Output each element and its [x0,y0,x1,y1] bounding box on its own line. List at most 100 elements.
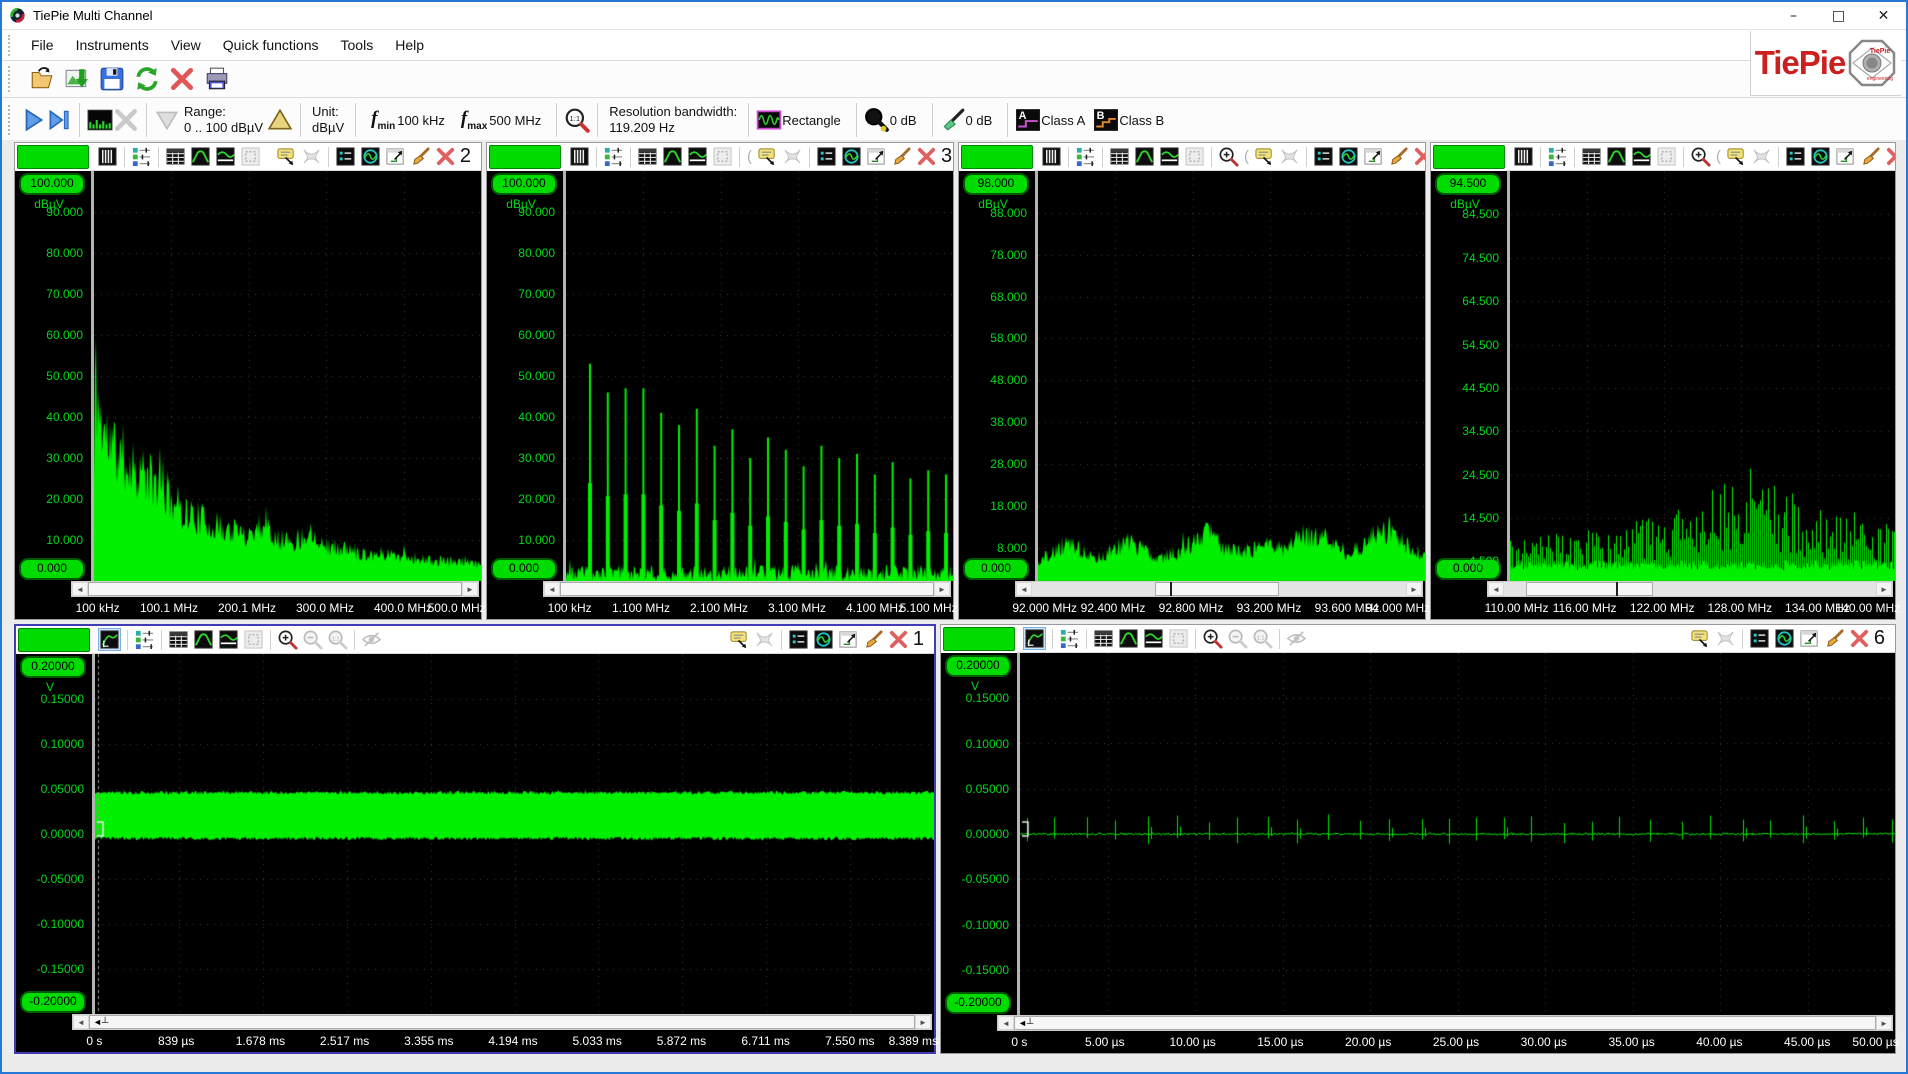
analyze-icon[interactable] [1606,146,1627,167]
one-shot-icon[interactable] [46,107,72,133]
callout-icon[interactable] [276,146,297,167]
open-icon[interactable] [29,66,55,92]
y-axis-panel[interactable]: 0.20000 V -0.20000 0.150000.100000.05000… [16,654,92,1014]
plot-area[interactable] [1035,171,1425,581]
save-icon[interactable] [99,66,125,92]
y-min-value-box[interactable]: -0.20000 [945,992,1011,1014]
plot-area[interactable] [92,654,934,1014]
y-max-value-box[interactable]: 0.20000 [945,655,1011,677]
class-b-icon[interactable] [1093,107,1119,133]
frequency-marker[interactable] [1616,582,1618,596]
scroll-left-icon[interactable]: ◄ [1016,582,1032,596]
range-up-icon[interactable] [267,107,293,133]
plot-area[interactable] [1017,653,1895,1015]
paint-icon[interactable] [1860,146,1881,167]
toolbar-grip[interactable] [8,35,14,56]
scroll-thumb[interactable] [1155,582,1278,596]
spectrum-display-icon[interactable] [87,107,113,133]
scroll-track[interactable] [1032,582,1406,596]
channels-setup-icon[interactable] [131,146,152,167]
export-image-icon[interactable] [64,66,90,92]
delete-icon[interactable] [169,66,195,92]
scroll-right-icon[interactable]: ► [934,582,950,596]
display-icon[interactable] [1513,146,1534,167]
analyze-icon[interactable] [662,146,683,167]
zoom-in-icon[interactable] [1690,146,1711,167]
process-icon[interactable] [687,146,708,167]
pop-out-icon[interactable] [1799,628,1820,649]
probe-gain-icon[interactable] [940,107,966,133]
callout-icon[interactable] [1726,146,1747,167]
paint-icon[interactable] [1824,628,1845,649]
class-b-label[interactable]: Class B [1119,113,1164,128]
zoom-1-1-icon[interactable] [564,107,590,133]
channel-color-bar[interactable] [1433,145,1505,169]
source-ch-icon[interactable] [1313,146,1334,167]
y-min-value-box[interactable]: 0.000 [491,558,557,580]
table-icon[interactable] [1581,146,1602,167]
y-axis-panel[interactable]: 100.000 dBµV 0.000 90.00080.00070.00060.… [15,171,91,581]
callout-icon[interactable] [729,629,750,650]
pop-out-icon[interactable] [385,146,406,167]
paint-icon[interactable] [1388,146,1409,167]
display-icon[interactable] [569,146,590,167]
toolbar-grip[interactable] [8,66,14,91]
channels-setup-icon[interactable] [603,146,624,167]
close-icon[interactable] [435,146,456,167]
y-max-value-box[interactable]: 100.000 [491,173,557,195]
x-scrollbar[interactable]: ◄ ► [71,581,479,597]
scroll-left-icon[interactable]: ◄ [72,582,88,596]
scroll-left-icon[interactable]: ◄ [73,1015,89,1029]
menu-tools[interactable]: Tools [330,33,385,57]
channel-color-bar[interactable] [943,627,1015,651]
close-icon[interactable] [916,146,937,167]
maximize-button[interactable]: □ [1816,2,1861,29]
graph-active-icon[interactable] [98,628,121,651]
scroll-right-icon[interactable]: ► [915,1015,931,1029]
analyze-icon[interactable] [193,629,214,650]
channel-color-bar[interactable] [489,145,561,169]
channels-setup-icon[interactable] [1547,146,1568,167]
y-axis-panel[interactable]: 98.000 dBµV 0.000 88.00078.00068.00058.0… [959,171,1035,581]
trigger-position-marker[interactable]: ◄┴ [93,1016,108,1028]
y-axis-panel[interactable]: 100.000 dBµV 0.000 90.00080.00070.00060.… [487,171,563,581]
channels-setup-icon[interactable] [1075,146,1096,167]
zoom-in-icon[interactable] [1218,146,1239,167]
source-ch-icon[interactable] [1749,628,1770,649]
menu-instruments[interactable]: Instruments [65,33,160,57]
analyze-icon[interactable] [1118,628,1139,649]
scroll-thumb[interactable] [1526,582,1652,596]
fmax-icon[interactable]: fmax [461,108,487,132]
channel-color-bar[interactable] [18,628,90,652]
probe-gain-value[interactable]: 0 dB [966,113,993,128]
plot-area[interactable] [1507,171,1895,581]
refresh-icon[interactable] [134,66,160,92]
process-icon[interactable] [215,146,236,167]
scope-icon[interactable] [813,629,834,650]
pop-out-icon[interactable] [866,146,887,167]
scroll-thumb[interactable] [1014,1016,1876,1030]
y-max-value-box[interactable]: 98.000 [963,173,1029,195]
scope-icon[interactable] [841,146,862,167]
scroll-left-icon[interactable]: ◄ [1488,582,1504,596]
paint-icon[interactable] [410,146,431,167]
table-icon[interactable] [168,629,189,650]
y-axis-panel[interactable]: 94.500 dBµV 0.000 84.50074.50064.50054.5… [1431,171,1507,581]
x-scrollbar[interactable]: ◄ ► [543,581,951,597]
y-max-value-box[interactable]: 100.000 [19,173,85,195]
start-measurement-icon[interactable] [20,107,46,133]
scroll-track[interactable] [88,582,462,596]
menu-file[interactable]: File [20,33,65,57]
scroll-thumb[interactable] [88,582,462,596]
print-icon[interactable] [204,66,230,92]
input-gain-value[interactable]: 0 dB [890,113,917,128]
menu-view[interactable]: View [160,33,212,57]
scroll-track[interactable] [560,582,934,596]
scroll-left-icon[interactable]: ◄ [998,1016,1014,1030]
x-scrollbar[interactable]: ◄ ◄┴ ► [72,1014,932,1030]
zoom-in-icon[interactable] [1202,628,1223,649]
scroll-right-icon[interactable]: ► [1876,582,1892,596]
close-icon[interactable] [1413,146,1425,167]
source-ch-icon[interactable] [1785,146,1806,167]
menu-help[interactable]: Help [384,33,435,57]
